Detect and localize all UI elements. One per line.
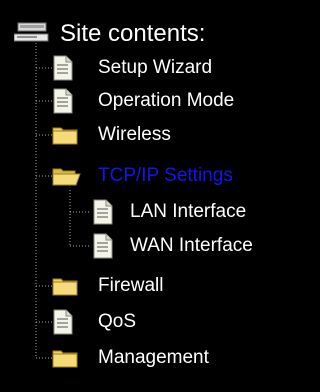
tree-item-label[interactable]: LAN Interface [130,198,246,226]
page-icon [93,233,113,259]
tree-item-label[interactable]: TCP/IP Settings [98,162,233,190]
page-icon [53,88,73,114]
tree-item-management[interactable]: Management [52,344,209,372]
page-icon [93,199,113,225]
tree-root-label: Site contents: [60,20,206,47]
folder-closed-icon [52,278,78,296]
tree-item-operation-mode[interactable]: Operation Mode [52,87,234,115]
folder-closed-icon [52,350,78,368]
tree-item-wan-interface[interactable]: WAN Interface [92,232,253,260]
site-contents-tree: Site contents: Setup Wizard Operation Mo… [0,0,320,392]
tree-item-qos[interactable]: QoS [52,308,136,336]
tree-item-label[interactable]: Wireless [98,121,171,149]
page-icon [53,309,73,335]
tree-root: Site contents: [14,19,205,49]
tree-item-label[interactable]: Setup Wizard [98,54,212,82]
tree-item-label[interactable]: Operation Mode [98,87,234,115]
tree-item-label[interactable]: Management [98,344,209,372]
computer-icon [14,22,49,42]
folder-open-icon [52,168,81,186]
tree-item-label[interactable]: Firewall [98,272,163,300]
tree-item-label[interactable]: WAN Interface [130,232,253,260]
tree-item-firewall[interactable]: Firewall [52,272,163,300]
tree-item-lan-interface[interactable]: LAN Interface [92,198,246,226]
page-icon [53,55,73,81]
tree-item-tcpip-settings[interactable]: TCP/IP Settings [52,162,233,190]
tree-item-setup-wizard[interactable]: Setup Wizard [52,54,212,82]
tree-item-label[interactable]: QoS [98,308,136,336]
folder-closed-icon [52,127,78,145]
tree-item-wireless[interactable]: Wireless [52,121,171,149]
